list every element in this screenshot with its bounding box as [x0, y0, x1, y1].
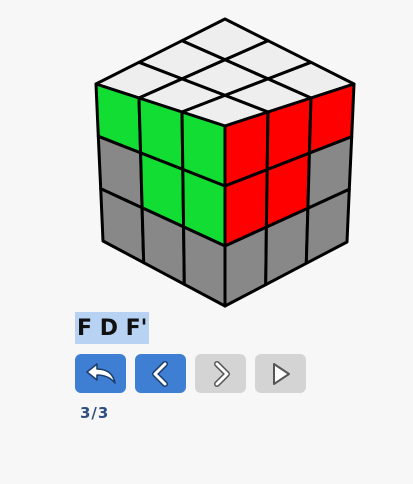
algorithm-text: F D F' [75, 312, 150, 344]
play-icon [272, 362, 290, 385]
chevron-right-icon [213, 360, 230, 387]
undo-arrow-icon [85, 362, 116, 384]
cube-player: F D F' 3/3 [0, 0, 413, 484]
move-counter: 3/3 [80, 404, 110, 422]
playback-controls [75, 354, 306, 393]
reset-button[interactable] [75, 354, 126, 393]
rubiks-cube[interactable] [0, 0, 413, 320]
previous-button[interactable] [135, 354, 186, 393]
play-button[interactable] [255, 354, 306, 393]
next-button[interactable] [195, 354, 246, 393]
chevron-left-icon [151, 360, 168, 387]
